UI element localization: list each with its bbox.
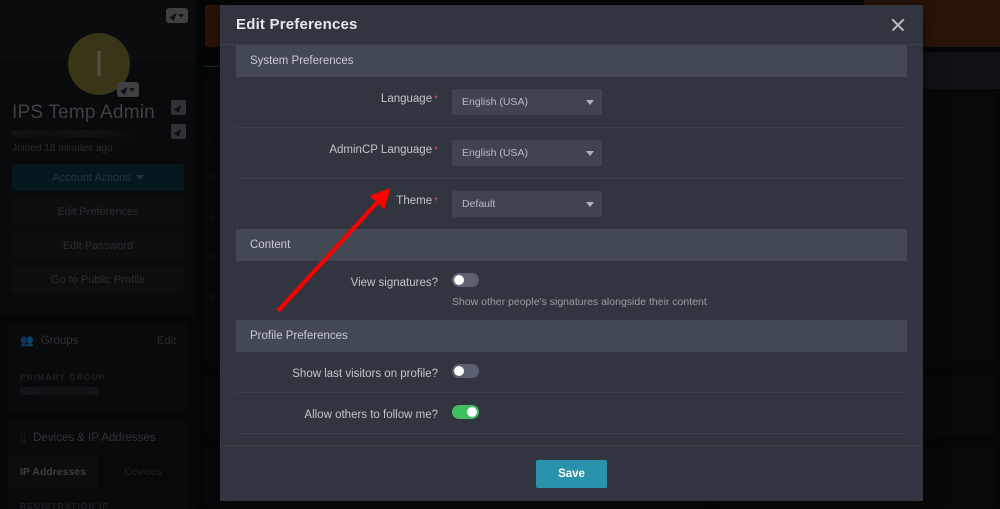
view-signatures-hint: Show other people's signatures alongside… bbox=[452, 296, 707, 308]
field-row-language: Language * English (USA) bbox=[236, 77, 907, 128]
field-row-view-signatures: View signatures? Show other people's sig… bbox=[236, 261, 907, 320]
admincp-language-select[interactable]: English (USA) bbox=[452, 140, 602, 166]
toggle-knob bbox=[454, 275, 464, 285]
chevron-down-icon bbox=[586, 99, 594, 105]
required-indicator: * bbox=[434, 94, 438, 105]
language-select[interactable]: English (USA) bbox=[452, 89, 602, 115]
label-language: Language * bbox=[252, 89, 452, 105]
field-row-admincp-language: AdminCP Language * English (USA) bbox=[236, 128, 907, 179]
theme-select[interactable]: Default bbox=[452, 191, 602, 217]
modal-footer: Save bbox=[220, 445, 923, 501]
screen-root: ON LEVEL I D A N B I bbox=[0, 0, 1000, 509]
modal-header: Edit Preferences bbox=[220, 5, 923, 45]
language-select-value: English (USA) bbox=[462, 96, 528, 108]
label-admincp-language-text: AdminCP Language bbox=[329, 144, 433, 156]
section-header-profile-preferences: Profile Preferences bbox=[236, 320, 907, 352]
label-show-last-visitors: Show last visitors on profile? bbox=[292, 368, 438, 380]
close-icon[interactable] bbox=[889, 16, 907, 34]
field-row-when-opening-content: When opening content... Take me to comme… bbox=[236, 434, 907, 445]
label-theme-text: Theme bbox=[396, 195, 433, 207]
required-indicator: * bbox=[434, 196, 438, 207]
modal-body: System Preferences Language * English (US… bbox=[220, 45, 923, 445]
toggle-knob bbox=[467, 407, 477, 417]
label-admincp-language: AdminCP Language * bbox=[252, 140, 452, 156]
show-last-visitors-toggle[interactable] bbox=[452, 364, 479, 378]
allow-follow-toggle[interactable] bbox=[452, 405, 479, 419]
required-indicator: * bbox=[434, 145, 438, 156]
view-signatures-toggle[interactable] bbox=[452, 273, 479, 287]
section-header-system-preferences: System Preferences bbox=[236, 45, 907, 77]
field-row-allow-follow: Allow others to follow me? bbox=[236, 393, 907, 434]
label-view-signatures: View signatures? bbox=[350, 277, 438, 289]
admincp-language-select-value: English (USA) bbox=[462, 147, 528, 159]
chevron-down-icon bbox=[586, 150, 594, 156]
field-row-show-last-visitors: Show last visitors on profile? bbox=[236, 352, 907, 393]
section-header-content: Content bbox=[236, 229, 907, 261]
theme-select-value: Default bbox=[462, 198, 496, 210]
label-theme: Theme * bbox=[252, 191, 452, 207]
label-allow-follow: Allow others to follow me? bbox=[304, 409, 438, 421]
edit-preferences-modal: Edit Preferences System Preferences Lang… bbox=[220, 5, 923, 501]
save-button[interactable]: Save bbox=[536, 459, 607, 488]
modal-title: Edit Preferences bbox=[236, 16, 358, 33]
toggle-knob bbox=[454, 366, 464, 376]
field-row-theme: Theme * Default bbox=[236, 179, 907, 229]
chevron-down-icon bbox=[586, 201, 594, 207]
label-language-text: Language bbox=[380, 93, 433, 105]
